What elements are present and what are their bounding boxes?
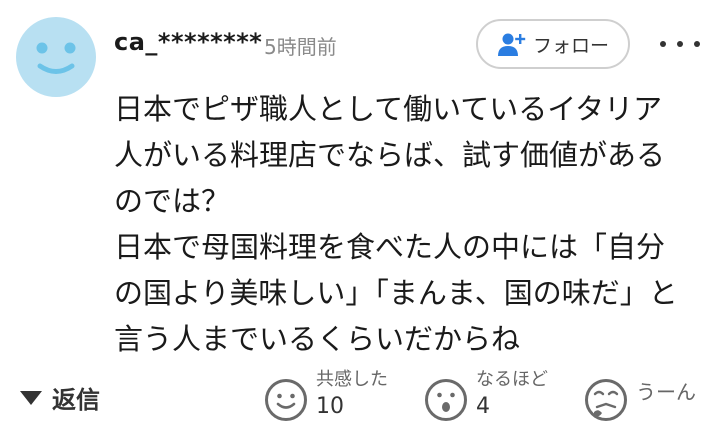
surprised-face-icon xyxy=(425,379,467,421)
more-options-button[interactable] xyxy=(660,30,700,58)
triangle-down-icon xyxy=(20,390,42,405)
avatar[interactable] xyxy=(16,17,96,97)
comment-line: のでは？ xyxy=(114,184,231,218)
reaction-label: 共感した xyxy=(316,369,388,390)
comment-line: 日本でピザ職人として働いているイタリア xyxy=(114,92,663,126)
comment-line: 日本で母国料理を食べた人の中には「自分 xyxy=(114,230,666,264)
more-dot-icon xyxy=(660,41,666,47)
comment-line: 人がいる料理店でならば、試す価値がある xyxy=(114,138,666,172)
more-dot-icon xyxy=(677,41,683,47)
smile-face-icon xyxy=(265,379,307,421)
comment-line: 言う人までいるくらいだからね xyxy=(114,322,521,356)
username[interactable]: ca_******** xyxy=(114,28,262,56)
confused-face-icon xyxy=(585,379,627,421)
comment-text: 日本でピザ職人として働いているイタリア 人がいる料理店でならば、試す価値がある … xyxy=(114,86,704,362)
reaction-empathize-button[interactable]: 共感した 10 xyxy=(264,368,388,422)
reaction-count: 10 xyxy=(316,394,344,419)
default-avatar-face-icon xyxy=(36,42,76,74)
add-user-icon xyxy=(497,33,526,56)
reaction-count: 4 xyxy=(476,394,490,419)
reply-button[interactable]: 返信 xyxy=(20,380,100,415)
follow-button-label: フォロー xyxy=(532,34,609,57)
reaction-label: うーん xyxy=(636,380,696,404)
reply-label: 返信 xyxy=(52,386,100,414)
timestamp: 5時間前 xyxy=(264,35,337,59)
comment-line: の国より美味しい」「まんま、国の味だ」と xyxy=(114,276,678,310)
follow-button[interactable]: フォロー xyxy=(476,19,630,69)
reaction-label: なるほど xyxy=(476,369,548,390)
reaction-understand-button[interactable]: なるほど 4 xyxy=(424,368,548,422)
more-dot-icon xyxy=(694,41,700,47)
reaction-hmm-button[interactable]: うーん xyxy=(584,368,696,422)
